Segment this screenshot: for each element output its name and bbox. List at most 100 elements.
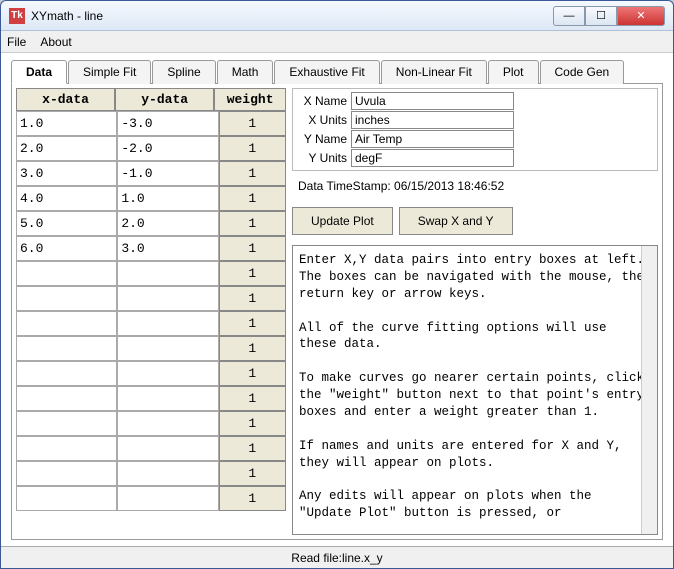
y-input[interactable] xyxy=(117,286,218,311)
table-row: 1 xyxy=(16,186,286,211)
table-row: 1 xyxy=(16,386,286,411)
menubar: File About xyxy=(1,31,673,53)
weight-button[interactable]: 1 xyxy=(219,236,286,261)
right-panel: X Name X Units Y Name Y Units xyxy=(292,88,658,535)
table-row: 1 xyxy=(16,486,286,511)
y-input[interactable] xyxy=(117,136,218,161)
menu-file[interactable]: File xyxy=(7,35,26,49)
y-input[interactable] xyxy=(117,361,218,386)
table-row: 1 xyxy=(16,311,286,336)
scrollbar[interactable] xyxy=(641,246,657,534)
weight-button[interactable]: 1 xyxy=(219,186,286,211)
table-row: 1 xyxy=(16,161,286,186)
weight-button[interactable]: 1 xyxy=(219,311,286,336)
tab-data[interactable]: Data xyxy=(11,60,67,84)
app-icon: Tk xyxy=(9,8,25,24)
x-input[interactable] xyxy=(16,236,117,261)
table-row: 1 xyxy=(16,286,286,311)
y-input[interactable] xyxy=(117,386,218,411)
y-input[interactable] xyxy=(117,111,218,136)
tab-code-gen[interactable]: Code Gen xyxy=(540,60,625,84)
xname-input[interactable] xyxy=(351,92,514,110)
x-input[interactable] xyxy=(16,111,117,136)
weight-button[interactable]: 1 xyxy=(219,261,286,286)
weight-button[interactable]: 1 xyxy=(219,486,286,511)
y-input[interactable] xyxy=(117,186,218,211)
yname-label: Y Name xyxy=(295,132,351,146)
table-row: 1 xyxy=(16,261,286,286)
maximize-button[interactable]: ☐ xyxy=(585,6,617,26)
y-input[interactable] xyxy=(117,336,218,361)
y-input[interactable] xyxy=(117,311,218,336)
tab-spline[interactable]: Spline xyxy=(152,60,215,84)
y-input[interactable] xyxy=(117,486,218,511)
x-input[interactable] xyxy=(16,486,117,511)
x-input[interactable] xyxy=(16,261,117,286)
y-input[interactable] xyxy=(117,161,218,186)
table-row: 1 xyxy=(16,136,286,161)
x-input[interactable] xyxy=(16,386,117,411)
axis-fields: X Name X Units Y Name Y Units xyxy=(292,88,658,171)
weight-button[interactable]: 1 xyxy=(219,411,286,436)
tab-plot[interactable]: Plot xyxy=(488,60,539,84)
x-input[interactable] xyxy=(16,361,117,386)
yunits-label: Y Units xyxy=(295,151,351,165)
table-row: 1 xyxy=(16,211,286,236)
app-window: Tk XYmath - line — ☐ ✕ File About DataSi… xyxy=(0,0,674,569)
weight-button[interactable]: 1 xyxy=(219,461,286,486)
col-header-x: x-data xyxy=(16,88,115,111)
xname-label: X Name xyxy=(295,94,351,108)
update-plot-button[interactable]: Update Plot xyxy=(292,207,393,235)
x-input[interactable] xyxy=(16,161,117,186)
table-row: 1 xyxy=(16,436,286,461)
y-input[interactable] xyxy=(117,411,218,436)
y-input[interactable] xyxy=(117,261,218,286)
y-input[interactable] xyxy=(117,236,218,261)
table-row: 1 xyxy=(16,361,286,386)
weight-button[interactable]: 1 xyxy=(219,436,286,461)
x-input[interactable] xyxy=(16,211,117,236)
tab-panel-data: x-data y-data weight 1111111111111111 X … xyxy=(11,84,663,540)
tab-math[interactable]: Math xyxy=(217,60,274,84)
xunits-input[interactable] xyxy=(351,111,514,129)
y-input[interactable] xyxy=(117,211,218,236)
menu-about[interactable]: About xyxy=(40,35,71,49)
titlebar: Tk XYmath - line — ☐ ✕ xyxy=(1,1,673,31)
yname-input[interactable] xyxy=(351,130,514,148)
weight-button[interactable]: 1 xyxy=(219,336,286,361)
table-row: 1 xyxy=(16,461,286,486)
x-input[interactable] xyxy=(16,136,117,161)
tabs: DataSimple FitSplineMathExhaustive FitNo… xyxy=(11,59,663,84)
weight-button[interactable]: 1 xyxy=(219,386,286,411)
x-input[interactable] xyxy=(16,436,117,461)
weight-button[interactable]: 1 xyxy=(219,136,286,161)
weight-button[interactable]: 1 xyxy=(219,161,286,186)
table-row: 1 xyxy=(16,111,286,136)
tab-exhaustive-fit[interactable]: Exhaustive Fit xyxy=(274,60,379,84)
swap-xy-button[interactable]: Swap X and Y xyxy=(399,207,513,235)
x-input[interactable] xyxy=(16,411,117,436)
weight-button[interactable]: 1 xyxy=(219,111,286,136)
col-header-y: y-data xyxy=(115,88,214,111)
y-input[interactable] xyxy=(117,461,218,486)
minimize-button[interactable]: — xyxy=(553,6,585,26)
statusbar: Read file:line.x_y xyxy=(1,546,673,568)
grid-header-row: x-data y-data weight xyxy=(16,88,286,111)
x-input[interactable] xyxy=(16,311,117,336)
close-button[interactable]: ✕ xyxy=(617,6,665,26)
x-input[interactable] xyxy=(16,286,117,311)
x-input[interactable] xyxy=(16,336,117,361)
weight-button[interactable]: 1 xyxy=(219,361,286,386)
yunits-input[interactable] xyxy=(351,149,514,167)
tab-simple-fit[interactable]: Simple Fit xyxy=(68,60,151,84)
weight-button[interactable]: 1 xyxy=(219,211,286,236)
grid-rows: 1111111111111111 xyxy=(16,111,286,535)
x-input[interactable] xyxy=(16,186,117,211)
content: DataSimple FitSplineMathExhaustive FitNo… xyxy=(1,53,673,546)
help-text[interactable]: Enter X,Y data pairs into entry boxes at… xyxy=(292,245,658,535)
weight-button[interactable]: 1 xyxy=(219,286,286,311)
table-row: 1 xyxy=(16,236,286,261)
y-input[interactable] xyxy=(117,436,218,461)
x-input[interactable] xyxy=(16,461,117,486)
tab-non-linear-fit[interactable]: Non-Linear Fit xyxy=(381,60,487,84)
